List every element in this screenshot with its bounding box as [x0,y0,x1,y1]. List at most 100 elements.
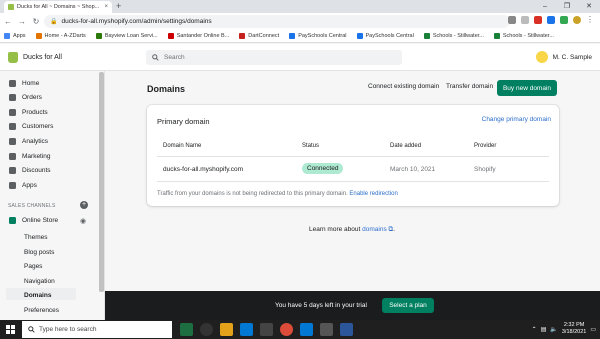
sidebar-item-products[interactable]: Products [8,106,98,118]
star-icon[interactable] [521,16,529,24]
volume-icon[interactable]: 🔈 [550,326,557,333]
taskbar-search-input[interactable]: Type here to search [22,321,172,338]
orders-icon [8,94,16,102]
clock-date: 3/18/2021 [561,329,587,335]
sidebar-item-customers[interactable]: Customers [8,121,98,133]
mail-icon[interactable] [240,323,253,336]
file-explorer-icon[interactable] [220,323,233,336]
bookmarks-bar: Apps Home - A-ZDarts Bayview Loan Servi...… [0,30,600,43]
bookmark-label: DartConnect [248,33,280,39]
browser-tab[interactable]: Ducks for All ~ Domains ~ Shop... × [4,1,112,13]
profile-avatar-icon[interactable] [573,16,581,24]
sidebar-subitem-blog-posts[interactable]: Blog posts [24,249,54,256]
sidebar-subitem-domains[interactable]: Domains [24,292,51,299]
change-primary-domain-link[interactable]: Change primary domain [482,116,551,123]
learn-more-text: Learn more about [309,226,361,233]
sidebar-item-label: Home [22,79,40,87]
grammarly-icon[interactable] [560,16,568,24]
sidebar-item-label: Orders [22,94,42,102]
sidebar-item-orders[interactable]: Orders [8,92,98,104]
provider-cell: Shopify [474,166,496,173]
shopify-favicon-icon [8,4,14,10]
tab-close-icon[interactable]: × [104,4,108,10]
notice-text: Traffic from your domains is not being r… [157,191,348,197]
tray-chevron-icon[interactable]: ⌃ [532,326,537,333]
bookmark-item[interactable]: Schools - Stillwater... [493,33,554,39]
notifications-icon[interactable]: ▭ [590,326,596,333]
user-menu[interactable]: M. C. Sample [535,51,592,63]
menu-kebab-icon[interactable]: ⋮ [586,16,594,24]
minimize-icon[interactable]: – [534,0,556,13]
sidebar-item-analytics[interactable]: Analytics [8,135,98,147]
bookmark-item[interactable]: Schools - Stillwater... [423,33,484,39]
sidebar-item-apps[interactable]: Apps [8,179,98,191]
url-field[interactable]: 🔒 ducks-for-all.myshopify.com/admin/sett… [44,15,510,28]
forward-icon[interactable]: → [18,17,26,26]
network-icon[interactable]: ▤ [541,326,547,333]
windows-start-icon[interactable] [6,325,15,334]
bookmark-apps[interactable]: Apps [4,33,26,39]
search-icon [28,326,35,333]
bookmark-label: PaySchools Central [298,33,347,39]
status-badge: Connected [302,163,344,174]
view-store-eye-icon[interactable]: ◉ [80,217,86,225]
bookmark-item[interactable]: Home - A-ZDarts [35,33,86,39]
edge-icon[interactable] [300,323,313,336]
date-added-cell: March 10, 2021 [390,166,436,173]
close-window-icon[interactable]: ✕ [578,0,600,13]
sidebar-item-marketing[interactable]: Marketing [8,150,98,162]
enable-redirection-link[interactable]: Enable redirection [349,191,397,197]
excel-icon[interactable] [180,323,193,336]
buy-new-domain-button[interactable]: Buy new domain [497,80,557,96]
tag-icon [8,108,16,116]
sidebar-item-label: Discounts [22,167,51,175]
new-tab-button[interactable]: + [116,1,121,12]
url-text: ducks-for-all.myshopify.com/admin/settin… [61,18,212,25]
bookmark-item[interactable]: Bayview Loan Servi... [95,33,158,39]
search-input[interactable]: Search [146,50,402,65]
chrome-icon[interactable] [280,323,293,336]
back-icon[interactable]: ← [4,17,12,26]
calculator-icon[interactable] [260,323,273,336]
word-icon[interactable] [340,323,353,336]
select-plan-button[interactable]: Select a plan [382,298,434,313]
sidebar-scrollbar[interactable] [99,72,104,292]
domains-help-link[interactable]: domains [362,226,387,233]
reload-icon[interactable]: ↻ [32,17,40,26]
column-header-provider: Provider [474,143,497,149]
add-channel-icon[interactable]: + [80,201,88,209]
trial-message: You have 5 days left in your trial [275,302,367,309]
bookmark-item[interactable]: DartConnect [239,33,279,39]
domain-name-cell[interactable]: ducks-for-all.myshopify.com [163,166,243,173]
bookmark-label: Bayview Loan Servi... [104,33,158,39]
window-controls: – ❐ ✕ [534,0,600,13]
app-icon[interactable] [320,323,333,336]
sidebar-subitem-preferences[interactable]: Preferences [24,307,59,314]
extension-icons: ⋮ [508,16,594,24]
connect-existing-domain-button[interactable]: Connect existing domain [368,83,439,90]
bookmark-item[interactable]: Santander Online B... [167,33,229,39]
bookmark-favicon-icon [95,33,102,39]
page-title: Domains [147,84,186,94]
sidebar-item-label: Marketing [22,152,51,160]
bookmark-item[interactable]: PaySchools Central [289,33,347,39]
sales-channels-heading: SALES CHANNELS [8,203,56,209]
store-logo[interactable]: Ducks for All [8,52,62,63]
sidebar-subitem-navigation[interactable]: Navigation [24,278,55,285]
clock[interactable]: 2:32 PM 3/18/2021 [562,322,586,336]
address-bar: ← → ↻ 🔒 ducks-for-all.myshopify.com/admi… [0,13,600,30]
extension-icon[interactable] [547,16,555,24]
bookmark-item[interactable]: PaySchools Central [356,33,414,39]
hp-icon[interactable] [200,323,213,336]
sidebar-item-home[interactable]: Home [8,77,98,89]
bookmark-label: Schools - Stillwater... [432,33,484,39]
bookmark-label: Apps [13,33,26,39]
sidebar-subitem-themes[interactable]: Themes [24,234,47,241]
transfer-domain-button[interactable]: Transfer domain [446,83,493,90]
pdf-extension-icon[interactable] [534,16,542,24]
sidebar-subitem-pages[interactable]: Pages [24,263,42,270]
sidebar-item-discounts[interactable]: Discounts [8,165,98,177]
key-icon[interactable] [508,16,516,24]
maximize-icon[interactable]: ❐ [556,0,578,13]
bookmark-favicon-icon [239,33,246,39]
